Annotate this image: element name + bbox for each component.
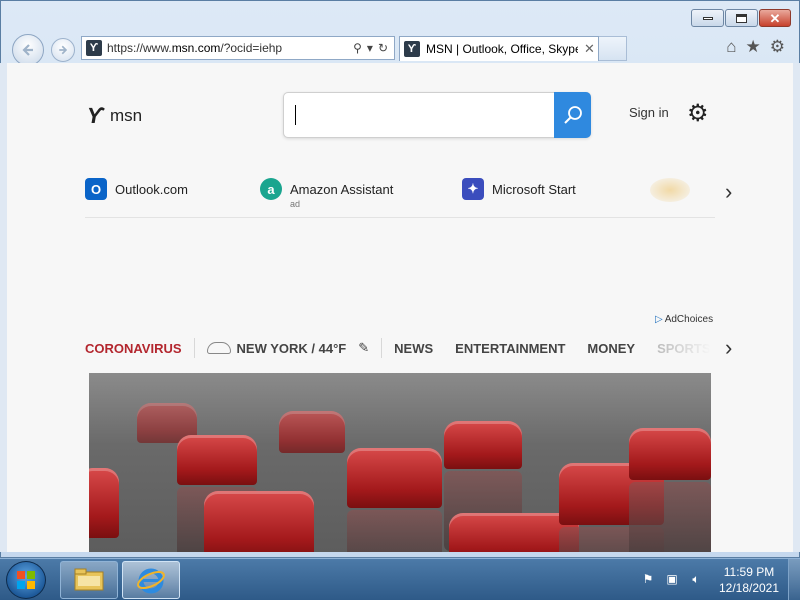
category-news[interactable]: NEWS	[394, 341, 433, 356]
clock-date: 12/18/2021	[718, 581, 780, 595]
cloud-icon	[206, 342, 231, 354]
system-tray: ⚑ ▣ 🔈︎	[640, 571, 704, 587]
category-divider	[381, 338, 383, 358]
search-magnifier-icon	[563, 106, 582, 124]
folder-icon	[74, 568, 104, 591]
forward-arrow-icon	[59, 45, 68, 55]
taskbar-explorer-button[interactable]	[60, 561, 118, 599]
weather-widget[interactable]: NEW YORK / 44°F ✎	[206, 340, 369, 356]
quick-link-outlook[interactable]: O Outlook.com	[85, 178, 188, 200]
quick-link-microsoft-start[interactable]: ✦ Microsoft Start	[462, 178, 576, 200]
page-content: ϒ msn Sign in ⚙ O Outlook.com a Amazon A…	[7, 63, 793, 552]
bottle-image-part	[89, 468, 119, 538]
bottle-image-part	[347, 448, 442, 552]
tab-close-icon[interactable]: ✕	[584, 41, 595, 57]
forward-button[interactable]	[51, 38, 75, 62]
taskbar: ⚑ ▣ 🔈︎ 11:59 PM 12/18/2021	[0, 558, 800, 600]
maximize-button[interactable]	[725, 9, 758, 27]
sign-in-link[interactable]: Sign in	[629, 105, 669, 120]
volume-icon[interactable]: 🔈︎	[688, 571, 704, 587]
browser-tools: ⌂ ★ ⚙	[726, 37, 785, 57]
clock[interactable]: 11:59 PM 12/18/2021	[714, 564, 784, 596]
close-window-button[interactable]: ✕	[759, 9, 791, 27]
pencil-edit-icon[interactable]: ✎	[358, 340, 369, 356]
home-icon[interactable]: ⌂	[726, 37, 736, 57]
tab-favicon-icon: ϒ	[404, 41, 420, 57]
hero-image-bottle-caps[interactable]	[89, 373, 711, 552]
text-caret	[295, 105, 296, 125]
quick-link-label: Microsoft Start	[492, 181, 576, 197]
show-desktop-button[interactable]	[788, 559, 800, 600]
address-url[interactable]: https://www.msn.com/?ocid=iehp	[107, 41, 353, 55]
address-bar[interactable]: ϒ https://www.msn.com/?ocid=iehp ⚲ ▾ ↻	[81, 36, 395, 60]
quick-links-bar: O Outlook.com a Amazon Assistant ad ✦ Mi…	[85, 176, 715, 218]
weather-location-temp: NEW YORK / 44°F	[236, 340, 347, 356]
left-frame-edge	[0, 63, 7, 552]
internet-explorer-icon	[137, 568, 165, 594]
minimize-icon	[702, 16, 713, 20]
logo-text: msn	[109, 106, 143, 125]
category-money[interactable]: MONEY	[587, 341, 635, 356]
msn-logo[interactable]: ϒ msn	[84, 103, 143, 129]
search-icon[interactable]: ⚲	[353, 41, 362, 55]
gear-icon[interactable]: ⚙	[770, 37, 785, 57]
category-nav: CORONAVIRUS NEW YORK / 44°F ✎ NEWS ENTER…	[85, 333, 715, 363]
url-suffix: /?ocid=iehp	[220, 41, 283, 55]
faded-quick-link-icon[interactable]	[650, 178, 690, 202]
window-caption-buttons: ✕	[691, 9, 791, 27]
back-arrow-icon	[22, 44, 33, 56]
quick-link-label: Outlook.com	[115, 181, 188, 197]
tab-title: MSN | Outlook, Office, Skype, Bing, Brea…	[426, 42, 578, 56]
quick-link-label: Amazon Assistant	[290, 181, 394, 197]
navigation-bar: ϒ https://www.msn.com/?ocid=iehp ⚲ ▾ ↻ ϒ…	[1, 31, 800, 66]
ad-label: ad	[290, 199, 301, 209]
windows-logo-icon	[17, 571, 35, 589]
quick-links-next-chevron-icon[interactable]: ›	[725, 179, 732, 205]
bottle-image-part	[629, 428, 711, 552]
maximize-icon	[736, 13, 747, 23]
outlook-icon: O	[85, 178, 107, 200]
msn-favicon-icon: ϒ	[86, 40, 102, 56]
search-input[interactable]	[283, 92, 591, 138]
dropdown-icon[interactable]: ▾	[367, 41, 373, 55]
microsoft-start-icon: ✦	[462, 178, 484, 200]
back-button[interactable]	[12, 34, 44, 66]
category-sports[interactable]: SPORTS	[657, 341, 710, 356]
adchoices-label: AdChoices	[664, 314, 714, 325]
adchoices-icon: ▷	[655, 314, 663, 325]
category-next-chevron-icon[interactable]: ›	[725, 335, 732, 361]
category-entertainment[interactable]: ENTERTAINMENT	[455, 341, 565, 356]
close-icon: ✕	[769, 10, 781, 26]
bottle-image-part	[279, 411, 345, 453]
settings-gear-icon[interactable]: ⚙	[687, 99, 709, 128]
new-tab-button[interactable]	[599, 36, 627, 61]
amazon-icon: a	[260, 178, 282, 200]
refresh-icon[interactable]: ↻	[378, 41, 388, 55]
search-button[interactable]	[554, 92, 591, 138]
address-tools: ⚲ ▾ ↻	[353, 41, 388, 55]
tab-msn[interactable]: ϒ MSN | Outlook, Office, Skype, Bing, Br…	[399, 36, 599, 61]
right-frame-edge	[793, 63, 800, 552]
taskbar-internet-explorer-button[interactable]	[122, 561, 180, 599]
favorites-star-icon[interactable]: ★	[746, 37, 761, 57]
url-prefix: https://www.	[107, 41, 172, 55]
minimize-button[interactable]	[691, 9, 724, 27]
adchoices-link[interactable]: ▷ AdChoices	[655, 314, 713, 325]
msn-butterfly-icon: ϒ	[84, 103, 107, 128]
url-domain: msn.com	[171, 41, 221, 55]
quick-link-amazon-assistant[interactable]: a Amazon Assistant ad	[260, 178, 394, 209]
start-button[interactable]	[6, 561, 46, 599]
category-coronavirus[interactable]: CORONAVIRUS	[85, 341, 182, 356]
clock-time: 11:59 PM	[723, 565, 775, 579]
category-divider	[193, 338, 195, 358]
action-center-flag-icon[interactable]: ⚑	[640, 571, 656, 587]
network-icon[interactable]: ▣	[664, 571, 680, 587]
bottle-image-part	[204, 491, 314, 552]
